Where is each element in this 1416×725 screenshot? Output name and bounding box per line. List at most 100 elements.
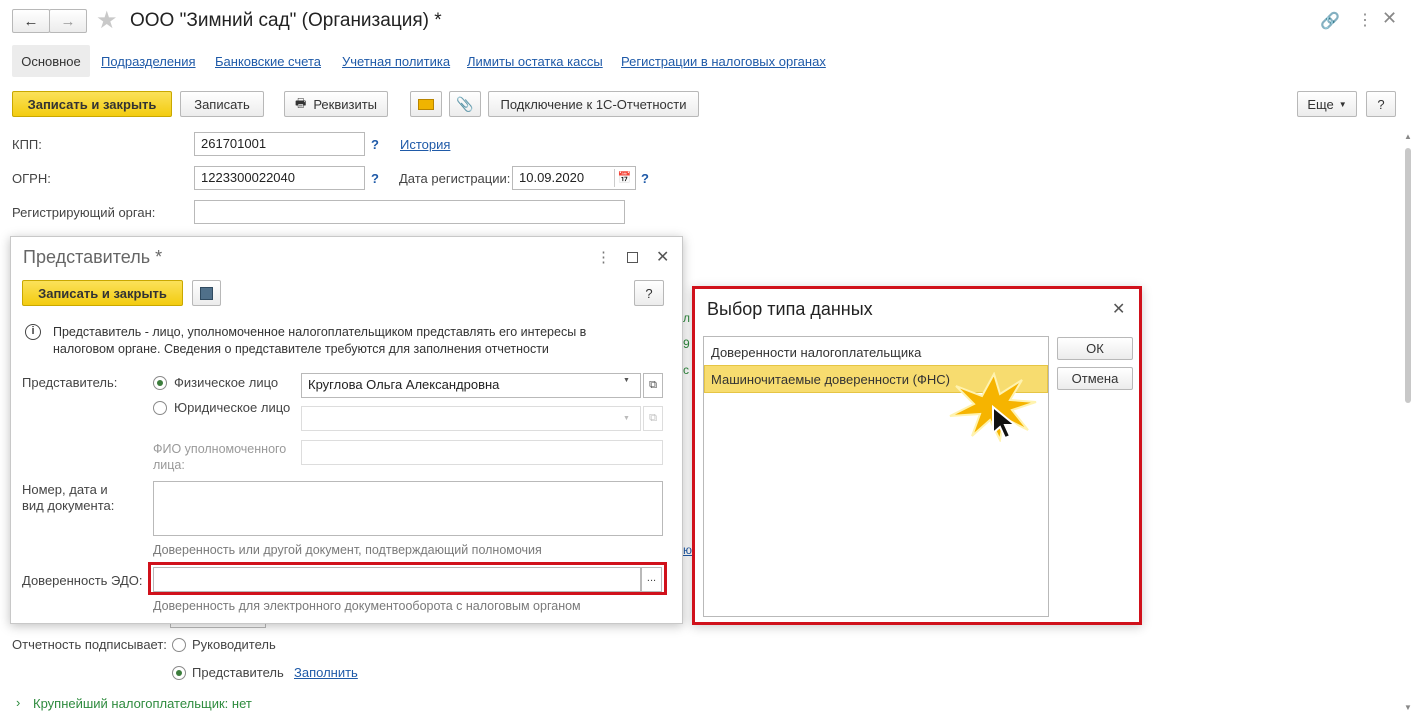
mail-button[interactable]	[410, 91, 442, 117]
save-close-label: Записать и закрыть	[27, 96, 157, 112]
type-list[interactable]: Доверенности налогоплательщика Машиночит…	[703, 336, 1049, 617]
info-icon: i	[25, 324, 41, 340]
rep-person-radio[interactable]	[153, 376, 167, 390]
rep-help-label: ?	[645, 285, 653, 301]
edo-input[interactable]	[153, 567, 641, 592]
chevron-right-icon[interactable]: ›	[16, 695, 20, 710]
reg-organ-input[interactable]	[194, 200, 625, 224]
mouse-cursor-icon	[992, 405, 1018, 440]
ogrn-input[interactable]: 1223300022040	[194, 166, 365, 190]
window-title: ООО "Зимний сад" (Организация) *	[130, 10, 442, 31]
rep-legal-radio[interactable]	[153, 401, 167, 415]
scroll-up-icon[interactable]: ▲	[1404, 132, 1412, 141]
tab-accounting-policy[interactable]: Учетная политика	[342, 54, 450, 69]
scrollbar[interactable]: ▲ ▼	[1403, 132, 1413, 712]
requisites-label: Реквизиты	[313, 96, 378, 112]
rep-save-close-label: Записать и закрыть	[38, 285, 167, 301]
forward-button[interactable]: →	[49, 9, 87, 33]
fio-label: ФИО уполномоченного лица:	[153, 442, 287, 472]
calendar-icon[interactable]: 📅	[614, 169, 634, 187]
rep-type-label: Представитель:	[22, 375, 118, 390]
rep-legal-dropdown-icon[interactable]: ▼	[623, 415, 630, 422]
type-list-item-selected-label: Машиночитаемые доверенности (ФНС)	[711, 372, 950, 387]
rep-info-text: Представитель - лицо, уполномоченное нал…	[53, 325, 587, 356]
more-vertical-icon[interactable]: ⋮	[1357, 10, 1373, 30]
edo-label: Доверенность ЭДО:	[22, 573, 143, 588]
type-list-item[interactable]: Доверенности налогоплательщика	[711, 345, 921, 360]
link-icon[interactable]: 🔗	[1320, 11, 1340, 31]
arrow-left-icon: ←	[23, 12, 39, 30]
type-select-dialog: Выбор типа данных ✕ Доверенности налогоп…	[692, 286, 1142, 625]
fio-input[interactable]	[301, 440, 663, 465]
doc-hint: Доверенность или другой документ, подтве…	[153, 543, 542, 557]
doc-label: Номер, дата и вид документа:	[22, 482, 115, 513]
signs-rep-radio[interactable]	[172, 666, 186, 680]
signs-head-radio[interactable]	[172, 638, 186, 652]
type-dialog-title: Выбор типа данных	[707, 299, 873, 319]
tab-cash-limits[interactable]: Лимиты остатка кассы	[467, 54, 603, 69]
rep-legal-input[interactable]	[301, 406, 641, 431]
chevron-down-icon: ▼	[1338, 99, 1347, 109]
signs-label: Отчетность подписывает:	[12, 637, 167, 652]
save-close-button[interactable]: Записать и закрыть	[12, 91, 172, 117]
type-close-icon[interactable]: ✕	[1112, 299, 1125, 319]
rep-person-dropdown-icon[interactable]: ▼	[623, 377, 630, 384]
rep-save-close-button[interactable]: Записать и закрыть	[22, 280, 183, 306]
attach-button[interactable]: 📎	[449, 91, 481, 117]
edo-select-button[interactable]: ...	[641, 567, 662, 592]
rep-legal-label: Юридическое лицо	[174, 400, 291, 415]
history-link[interactable]: История	[400, 137, 450, 152]
help-button[interactable]: ?	[1366, 91, 1396, 117]
connect-reporting-label: Подключение к 1С-Отчетности	[500, 96, 687, 112]
arrow-right-icon: →	[60, 12, 76, 30]
connect-reporting-button[interactable]: Подключение к 1С-Отчетности	[488, 91, 699, 117]
reg-organ-label: Регистрирующий орган:	[12, 205, 156, 220]
more-button[interactable]: Еще ▼	[1297, 91, 1357, 117]
rep-person-label: Физическое лицо	[174, 375, 279, 390]
back-button[interactable]: ←	[12, 9, 50, 33]
tab-main-label: Основное	[21, 53, 81, 69]
kpp-help-icon[interactable]: ?	[371, 137, 379, 152]
save-button[interactable]: Записать	[180, 91, 264, 117]
star-icon[interactable]: ★	[96, 6, 118, 35]
signs-rep-label: Представитель	[192, 665, 284, 680]
scrollbar-thumb[interactable]	[1405, 148, 1411, 403]
fill-link[interactable]: Заполнить	[294, 665, 358, 680]
ok-button[interactable]: ОК	[1057, 337, 1133, 360]
scroll-down-icon[interactable]: ▼	[1404, 703, 1412, 712]
kpp-input[interactable]: 261701001	[194, 132, 365, 156]
tab-tax-registrations[interactable]: Регистрации в налоговых органах	[621, 54, 826, 69]
date-help-icon[interactable]: ?	[641, 171, 649, 186]
doc-textarea[interactable]	[153, 481, 663, 536]
rep-more-icon[interactable]: ⋮	[596, 248, 611, 266]
rep-maximize-icon[interactable]	[627, 252, 638, 263]
ogrn-help-icon[interactable]: ?	[371, 171, 379, 186]
save-label: Записать	[194, 96, 250, 112]
more-label: Еще	[1307, 96, 1334, 112]
rep-legal-open-icon[interactable]: ⧉	[643, 406, 663, 431]
rep-help-button[interactable]: ?	[634, 280, 664, 306]
edo-hint: Доверенность для электронного документоо…	[153, 599, 581, 613]
tab-subdivisions[interactable]: Подразделения	[101, 54, 196, 69]
rep-person-open-icon[interactable]: ⧉	[643, 373, 663, 398]
representative-dialog: Представитель * ⋮ ✕ Записать и закрыть ?…	[10, 236, 683, 624]
rep-person-input[interactable]: Круглова Ольга Александровна	[301, 373, 641, 398]
tab-main[interactable]: Основное	[12, 45, 90, 77]
close-icon[interactable]: ✕	[1382, 8, 1397, 29]
tab-bank-accounts[interactable]: Банковские счета	[215, 54, 321, 69]
cancel-label: Отмена	[1071, 371, 1119, 386]
cancel-button[interactable]: Отмена	[1057, 367, 1133, 390]
requisites-button[interactable]: 🖶 Реквизиты	[284, 91, 388, 117]
reg-date-label: Дата регистрации:	[399, 171, 511, 186]
ok-label: ОК	[1086, 341, 1104, 356]
ogrn-label: ОГРН:	[12, 171, 51, 186]
help-label: ?	[1377, 96, 1385, 112]
rep-save-button[interactable]	[192, 280, 221, 306]
kpp-label: КПП:	[12, 137, 42, 152]
rep-dialog-title: Представитель *	[23, 247, 163, 267]
paperclip-icon: 📎	[456, 95, 474, 112]
rep-close-icon[interactable]: ✕	[656, 247, 669, 267]
signs-head-label: Руководитель	[192, 637, 276, 652]
envelope-icon	[418, 98, 434, 110]
largest-taxpayer-link[interactable]: Крупнейший налогоплательщик: нет	[33, 696, 252, 711]
